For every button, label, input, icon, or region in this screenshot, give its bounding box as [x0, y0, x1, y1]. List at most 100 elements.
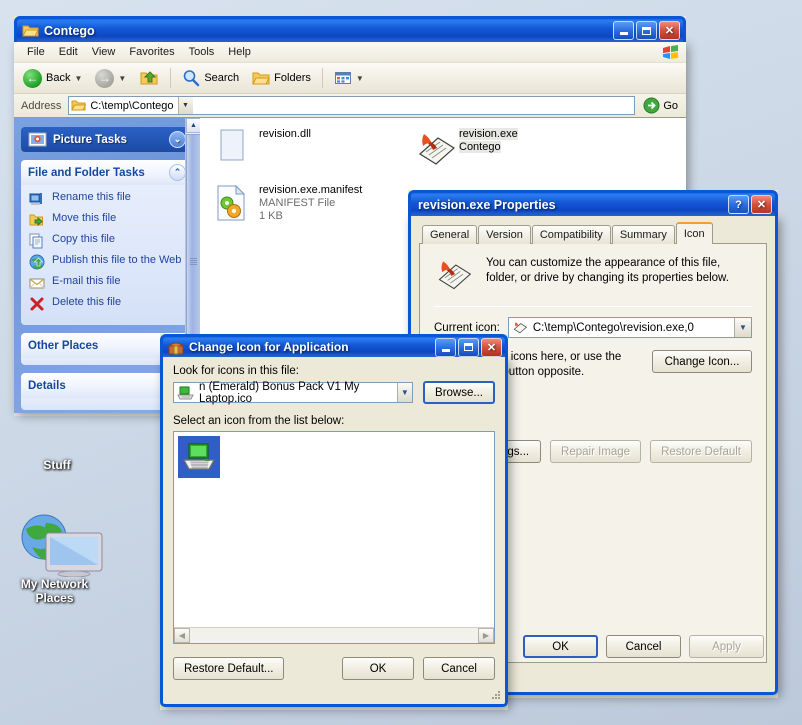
panel-title: Picture Tasks [53, 134, 127, 146]
panel-picture-tasks-header[interactable]: Picture Tasks ⌄ [21, 127, 193, 152]
toolbar-separator [170, 68, 171, 88]
properties-description-block: You can customize the appearance of this… [434, 256, 752, 294]
panel-title: Details [28, 380, 66, 392]
change-icon-cancel-button[interactable]: Cancel [423, 657, 495, 680]
menu-favorites[interactable]: Favorites [122, 44, 181, 60]
chevron-down-icon[interactable]: ▼ [397, 383, 412, 402]
file-item[interactable]: revision.exe.manifest MANIFEST File 1 KB [214, 184, 414, 224]
menu-help[interactable]: Help [221, 44, 258, 60]
tab-icon[interactable]: Icon [676, 222, 713, 244]
folder-icon [71, 99, 86, 112]
file-item[interactable]: revision.dll [214, 128, 414, 168]
file-item[interactable]: revision.exe Contego [414, 128, 614, 168]
manifest-file-icon [214, 184, 250, 224]
file-name: revision.dll [259, 128, 311, 140]
picture-tasks-icon [28, 131, 47, 148]
email-icon [29, 275, 45, 291]
go-arrow-icon [643, 97, 660, 114]
task-delete-this-file[interactable]: Delete this file [29, 296, 185, 312]
tab-summary[interactable]: Summary [612, 225, 675, 244]
up-folder-icon [139, 69, 159, 87]
look-for-icons-label: Look for icons in this file: [173, 365, 495, 377]
task-move-this-file[interactable]: Move this file [29, 212, 185, 228]
task-publish-this-file-to-the-web[interactable]: Publish this file to the Web [29, 254, 185, 270]
change-icon-title-bar[interactable]: Change Icon for Application ✕ [160, 334, 508, 357]
change-icon-body: Look for icons in this file: n (Emerald)… [160, 357, 508, 707]
properties-footer: OK Cancel Apply [523, 635, 764, 658]
desktop-icon-label: My Network Places [2, 577, 107, 605]
task-email-this-file[interactable]: E-mail this file [29, 275, 185, 291]
properties-help-button[interactable]: ? [728, 195, 749, 214]
task-rename-this-file[interactable]: Rename this file [29, 191, 185, 207]
forward-arrow-icon: → [95, 69, 114, 88]
change-icon-maximize-button[interactable] [458, 338, 479, 357]
folders-button[interactable]: Folders [247, 68, 316, 88]
go-button[interactable]: Go [639, 97, 682, 114]
explorer-minimize-button[interactable] [613, 21, 634, 40]
address-dropdown-icon[interactable]: ▼ [178, 97, 193, 114]
explorer-maximize-button[interactable] [636, 21, 657, 40]
explorer-title-bar[interactable]: Contego ✕ [14, 16, 686, 42]
scroll-right-button[interactable]: ▶ [478, 628, 494, 643]
panel-file-and-folder-tasks-header[interactable]: File and Folder Tasks ⌃ [21, 160, 193, 185]
resize-grip[interactable] [491, 690, 502, 701]
desktop-icon-my-network-places[interactable]: My Network Places [2, 505, 107, 605]
panel-picture-tasks[interactable]: Picture Tasks ⌄ [21, 127, 193, 152]
change-icon-restore-default-button[interactable]: Restore Default... [173, 657, 284, 680]
change-icon-close-button[interactable]: ✕ [481, 338, 502, 357]
properties-cancel-button[interactable]: Cancel [606, 635, 681, 658]
properties-ok-button[interactable]: OK [523, 635, 598, 658]
panel-title: File and Folder Tasks [28, 167, 145, 179]
menu-edit[interactable]: Edit [52, 44, 85, 60]
tab-general[interactable]: General [422, 225, 477, 244]
back-arrow-icon: ← [23, 69, 42, 88]
select-icon-label: Select an icon from the list below: [173, 415, 495, 427]
address-input[interactable]: C:\temp\Contego ▼ [68, 96, 635, 115]
toolbar-separator [322, 68, 323, 88]
revision-exe-icon [434, 256, 474, 294]
file-name: revision.exe.manifest [259, 184, 362, 196]
views-dropdown-icon[interactable]: ▼ [356, 74, 364, 83]
menu-file[interactable]: File [20, 44, 52, 60]
icon-list-item[interactable] [178, 436, 220, 478]
back-dropdown-icon[interactable]: ▼ [74, 74, 82, 83]
explorer-close-button[interactable]: ✕ [659, 21, 680, 40]
desktop-icon-stuff[interactable]: Stuff [22, 458, 92, 472]
file-name: revision.exe [459, 128, 518, 140]
chevron-down-icon[interactable]: ⌄ [169, 131, 186, 148]
address-value: C:\temp\Contego [90, 100, 173, 112]
chevron-down-icon[interactable]: ▼ [734, 318, 751, 337]
laptop-icon [177, 386, 194, 400]
properties-title-bar[interactable]: revision.exe Properties ? ✕ [408, 190, 778, 216]
chevron-up-icon[interactable]: ⌃ [169, 164, 186, 181]
forward-dropdown-icon[interactable]: ▼ [118, 74, 126, 83]
search-button[interactable]: Search [177, 67, 244, 89]
up-button[interactable] [134, 67, 164, 89]
change-icon-ok-button[interactable]: OK [342, 657, 414, 680]
change-icon-button[interactable]: Change Icon... [652, 350, 752, 373]
properties-title: revision.exe Properties [418, 198, 728, 212]
views-icon [334, 70, 352, 86]
forward-button[interactable]: → ▼ [90, 67, 131, 90]
icon-file-combo[interactable]: n (Emerald) Bonus Pack V1 My Laptop.ico … [173, 382, 413, 403]
views-button[interactable]: ▼ [329, 68, 369, 88]
scroll-left-button[interactable]: ◀ [174, 628, 190, 643]
browse-button[interactable]: Browse... [423, 381, 495, 404]
back-button[interactable]: ← Back ▼ [18, 67, 87, 90]
icon-list-box[interactable]: ◀ ▶ [173, 431, 495, 644]
menu-tools[interactable]: Tools [182, 44, 222, 60]
change-icon-footer: Restore Default... OK Cancel [173, 657, 495, 680]
divider [434, 306, 752, 307]
tab-version[interactable]: Version [478, 225, 531, 244]
task-copy-this-file[interactable]: Copy this file [29, 233, 185, 249]
file-type: Contego [459, 141, 501, 153]
scrollbar-grip [190, 258, 197, 265]
icon-list-horizontal-scrollbar[interactable]: ◀ ▶ [174, 627, 494, 643]
menu-view[interactable]: View [85, 44, 123, 60]
current-icon-combo[interactable]: C:\temp\Contego\revision.exe,0 ▼ [508, 317, 752, 338]
current-icon-label: Current icon: [434, 322, 500, 334]
properties-close-button[interactable]: ✕ [751, 195, 772, 214]
scroll-up-button[interactable]: ▲ [186, 118, 201, 133]
change-icon-minimize-button[interactable] [435, 338, 456, 357]
tab-compatibility[interactable]: Compatibility [532, 225, 611, 244]
